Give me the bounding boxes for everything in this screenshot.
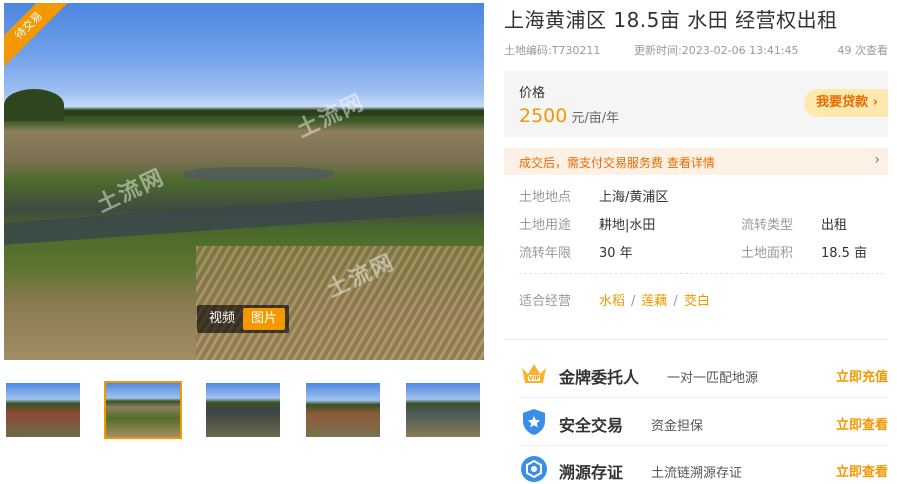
traceability-icon (521, 456, 547, 482)
listing-info: 上海黄浦区 18.5亩 水田 经营权出租 土地编码:T730211 更新时间:2… (504, 0, 888, 484)
attr-row-location: 土地地点 上海/黄浦区 (519, 186, 888, 214)
photo-tab[interactable]: 图片 (243, 308, 286, 330)
listing-title: 上海黄浦区 18.5亩 水田 经营权出租 (504, 8, 838, 32)
price-value: 2500 元/亩/年 (519, 105, 619, 127)
service-desc: 一对一匹配地源 (667, 371, 759, 386)
dry-reeds (196, 245, 484, 360)
attr-row-use: 土地用途 耕地|水田 流转类型 出租 (519, 214, 888, 242)
attr-label: 土地地点 (519, 190, 572, 205)
service-name: 溯源存证 (559, 463, 624, 482)
attr-value: 18.5 亩 (821, 246, 868, 261)
crop-link-rice[interactable]: 水稻 (599, 294, 625, 309)
land-attributes: 土地地点 上海/黄浦区 土地用途 耕地|水田 流转类型 出租 流转年限 30 年… (519, 186, 888, 270)
divider (519, 397, 888, 398)
land-code: 土地编码:T730211 (504, 44, 601, 57)
view-now-link[interactable]: 立即查看 (836, 461, 888, 480)
attr-row-term: 流转年限 30 年 土地面积 18.5 亩 (519, 242, 888, 270)
attr-value: 耕地|水田 (599, 218, 656, 233)
attr-value: 上海/黄浦区 (599, 190, 669, 205)
shield-check-icon (523, 409, 545, 435)
separator: / (631, 294, 636, 309)
attr-label: 土地面积 (741, 246, 794, 261)
watermark: 土流网 (293, 89, 369, 143)
crop-link-lotus-root[interactable]: 莲藕 (641, 294, 667, 309)
attr-label: 流转年限 (519, 246, 572, 261)
water-channel (4, 189, 484, 246)
attr-label: 土地用途 (519, 218, 572, 233)
thumbnail[interactable] (404, 381, 482, 439)
status-ribbon: 待交易 (4, 3, 76, 73)
service-desc: 土流链溯源存证 (651, 466, 743, 481)
apply-loan-button[interactable]: 我要贷款 › (804, 89, 888, 117)
service-name: 金牌委托人 (559, 368, 640, 387)
view-now-link[interactable]: 立即查看 (836, 414, 888, 433)
service-fee-notice[interactable]: 成交后，需支付交易服务费 查看详情 › (504, 148, 888, 175)
video-tab[interactable]: 视频 (201, 308, 243, 330)
divider (519, 273, 884, 274)
divider (519, 445, 888, 446)
thumbnail[interactable] (204, 381, 282, 439)
chevron-right-icon: › (874, 152, 880, 168)
water-puddle (184, 167, 334, 182)
service-name: 安全交易 (559, 416, 624, 435)
view-count: 49 次查看 (837, 44, 889, 57)
svg-text:VIP: VIP (528, 375, 540, 382)
thumbnail[interactable] (4, 381, 82, 439)
main-land-photo[interactable]: 土流网 土流网 土流网 待交易 视频 图片 (4, 3, 484, 360)
suited-crops: 适合经营 水稻 / 莲藕 / 茭白 (519, 290, 710, 309)
thumbnail[interactable] (104, 381, 182, 439)
watermark: 土流网 (93, 164, 169, 218)
attr-label: 流转类型 (741, 218, 794, 233)
divider (504, 339, 888, 340)
tree-line (4, 110, 484, 117)
service-fee-text: 成交后，需支付交易服务费 查看详情 (519, 156, 715, 170)
thumbnail[interactable] (304, 381, 382, 439)
tree-cluster (4, 88, 64, 121)
price-unit: 元/亩/年 (571, 111, 620, 126)
price-box: 价格 2500 元/亩/年 我要贷款 › (504, 71, 888, 137)
suited-label: 适合经营 (519, 294, 572, 309)
service-gold-agent: VIP 金牌委托人 一对一匹配地源 立即充值 (519, 353, 888, 393)
listing-meta: 土地编码:T730211 更新时间:2023-02-06 13:41:45 49… (504, 42, 888, 58)
recharge-now-link[interactable]: 立即充值 (836, 366, 888, 385)
service-traceability: 溯源存证 土流链溯源存证 立即查看 (519, 448, 888, 484)
crop-link-wild-rice[interactable]: 茭白 (684, 294, 710, 309)
service-desc: 资金担保 (651, 419, 704, 434)
attr-value: 出租 (821, 218, 848, 233)
separator: / (673, 294, 678, 309)
price-amount: 2500 (519, 105, 568, 127)
service-secure-trade: 安全交易 资金担保 立即查看 (519, 401, 888, 441)
media-toggle: 视频 图片 (197, 305, 290, 333)
attr-value: 30 年 (599, 246, 633, 261)
thumbnail-strip (4, 381, 484, 441)
crown-vip-icon: VIP (522, 364, 546, 383)
price-label: 价格 (519, 86, 546, 101)
update-time: 更新时间:2023-02-06 13:41:45 (634, 44, 799, 57)
